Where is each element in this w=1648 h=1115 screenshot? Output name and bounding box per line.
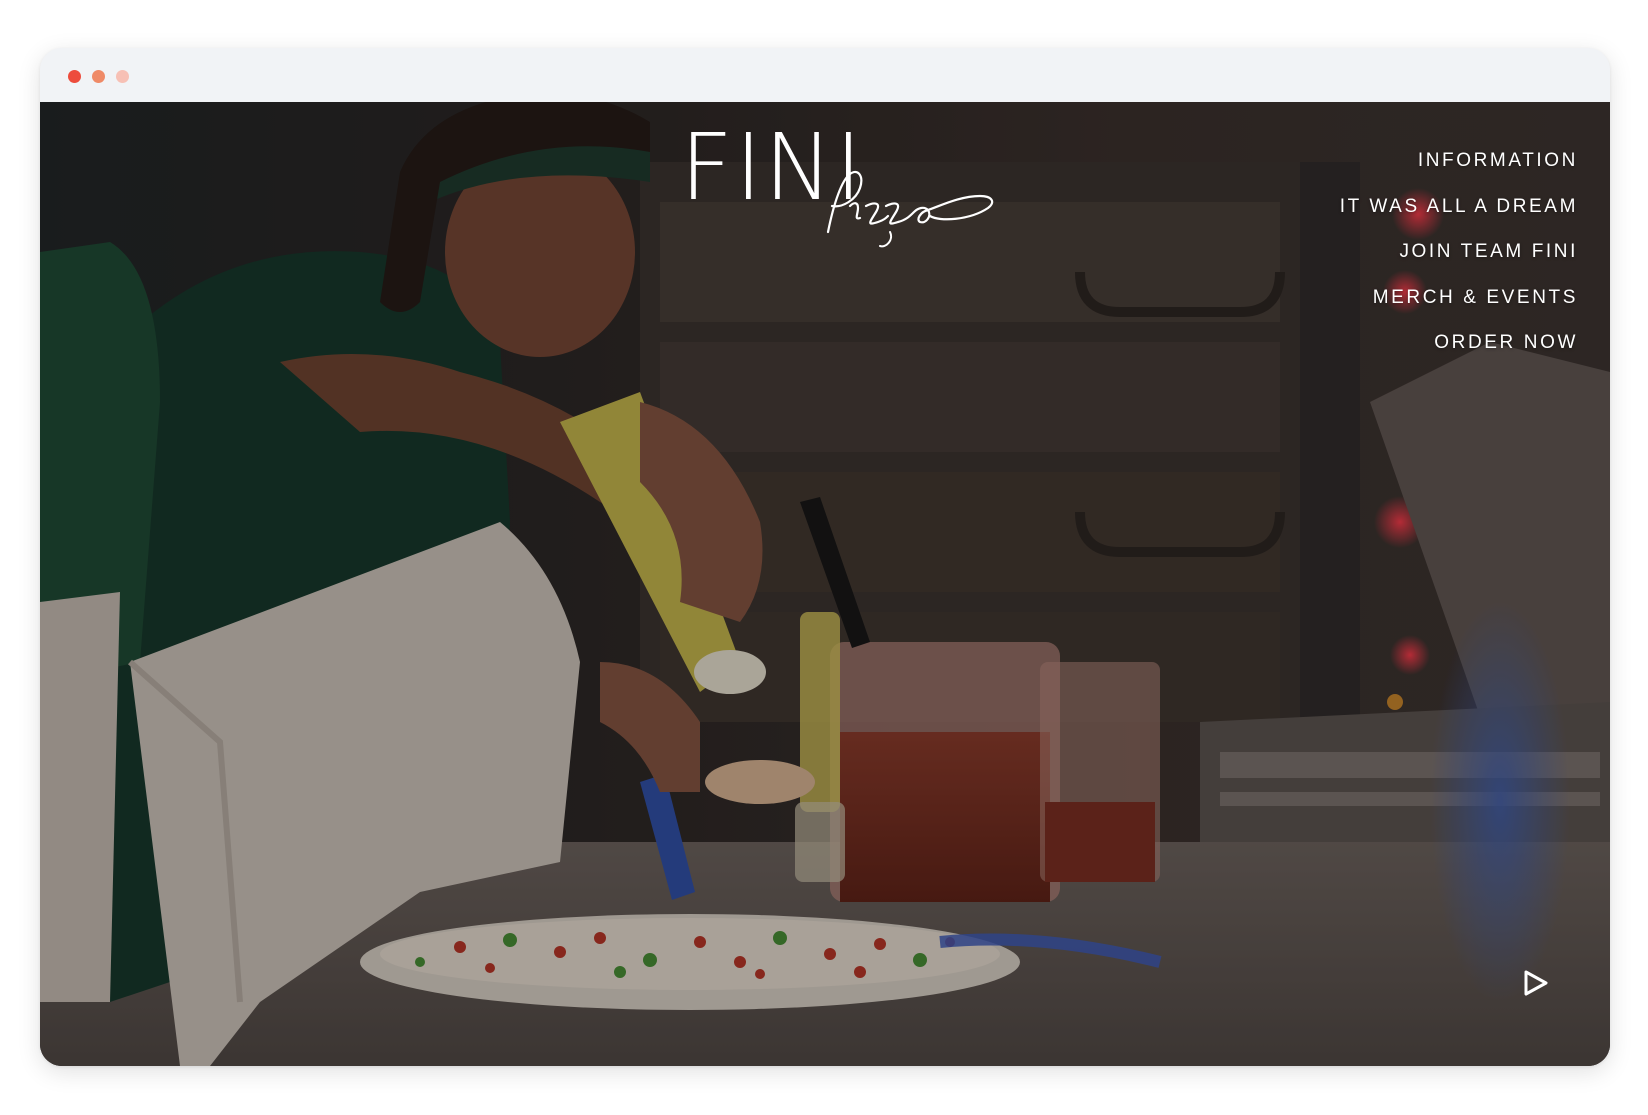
minimize-window-button[interactable] — [92, 70, 105, 83]
play-icon[interactable] — [1520, 968, 1550, 998]
nav-it-was-all-a-dream[interactable]: IT WAS ALL A DREAM — [1340, 184, 1578, 230]
browser-window: FINI INFORMATION IT WAS ALL A DREAM JOIN… — [40, 48, 1610, 1066]
logo-script-pizza — [826, 170, 994, 248]
title-bar — [40, 48, 1610, 102]
nav-information[interactable]: INFORMATION — [1340, 138, 1578, 184]
nav-order-now[interactable]: ORDER NOW — [1340, 320, 1578, 366]
nav-merch-events[interactable]: MERCH & EVENTS — [1340, 275, 1578, 321]
close-window-button[interactable] — [68, 70, 81, 83]
maximize-window-button[interactable] — [116, 70, 129, 83]
nav-join-team-fini[interactable]: JOIN TEAM FINI — [1340, 229, 1578, 275]
hero-video[interactable]: FINI INFORMATION IT WAS ALL A DREAM JOIN… — [40, 102, 1610, 1066]
main-navigation: INFORMATION IT WAS ALL A DREAM JOIN TEAM… — [1340, 138, 1578, 366]
fini-pizza-logo[interactable]: FINI — [680, 122, 1000, 252]
